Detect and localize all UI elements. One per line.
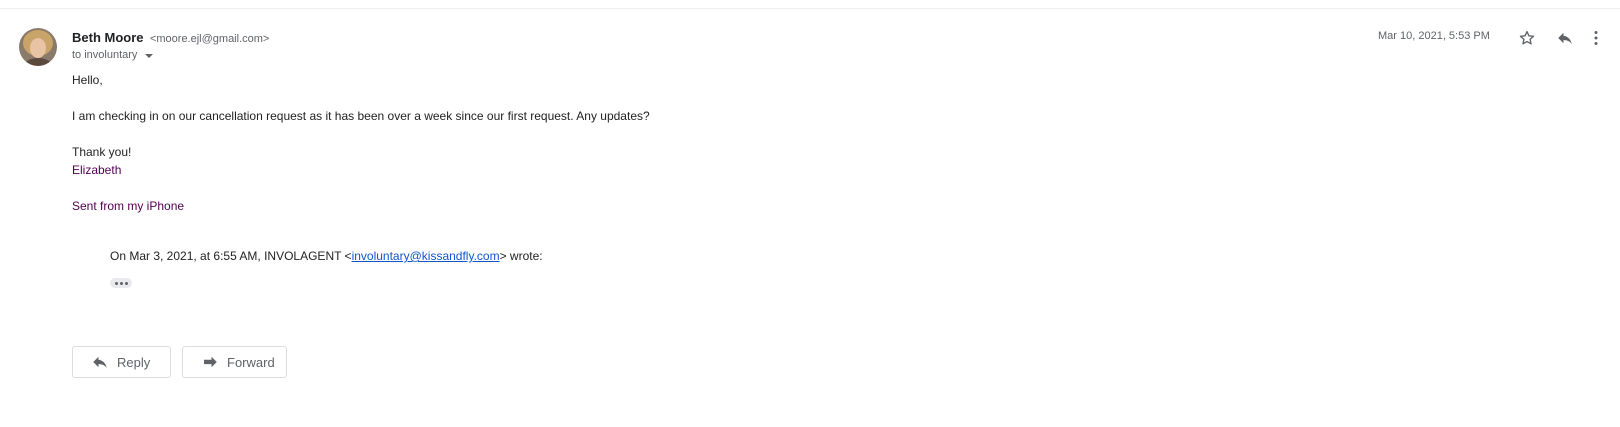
thanks-line: Thank you! [72, 145, 132, 159]
more-options-button[interactable] [1588, 26, 1604, 50]
reply-action-button[interactable]: Reply [72, 346, 171, 378]
top-divider [0, 8, 1620, 9]
forward-icon [201, 353, 219, 371]
forward-action-button[interactable]: Forward [182, 346, 287, 378]
message-paragraph: I am checking in on our cancellation req… [72, 109, 650, 123]
message-date: Mar 10, 2021, 5:53 PM [1378, 30, 1490, 42]
quote-prefix: On Mar 3, 2021, at 6:55 AM, INVOLAGENT < [110, 249, 352, 263]
sender-email: <moore.ejl@gmail.com> [149, 33, 270, 45]
reply-label: Reply [117, 354, 151, 370]
recipient-line[interactable]: to involuntary [72, 49, 154, 61]
sent-from-line: Sent from my iPhone [72, 199, 185, 213]
forward-label: Forward [227, 354, 275, 370]
sender-name[interactable]: Beth Moore [72, 30, 144, 45]
greeting: Hello, [72, 73, 103, 87]
signature-name: Elizabeth [72, 163, 122, 177]
quote-attribution: On Mar 3, 2021, at 6:55 AM, INVOLAGENT <… [110, 249, 543, 263]
chevron-down-icon[interactable] [145, 53, 154, 58]
reply-button[interactable] [1553, 26, 1577, 50]
recipient-text: to involuntary [72, 49, 138, 61]
reply-icon [91, 353, 109, 371]
ellipsis-dot [119, 281, 123, 285]
more-vert-icon [1594, 31, 1598, 45]
avatar[interactable] [19, 28, 57, 66]
quote-suffix: > wrote: [499, 249, 543, 263]
ellipsis-dot [114, 281, 118, 285]
sender-line: Beth Moore <moore.ejl@gmail.com> [72, 29, 269, 47]
show-trimmed-content-button[interactable] [110, 278, 132, 288]
quote-email-link[interactable]: involuntary@kissandfly.com [352, 249, 500, 263]
ellipsis-dot [124, 281, 128, 285]
star-icon [1519, 30, 1535, 45]
star-button[interactable] [1515, 26, 1539, 50]
reply-icon [1558, 32, 1572, 44]
